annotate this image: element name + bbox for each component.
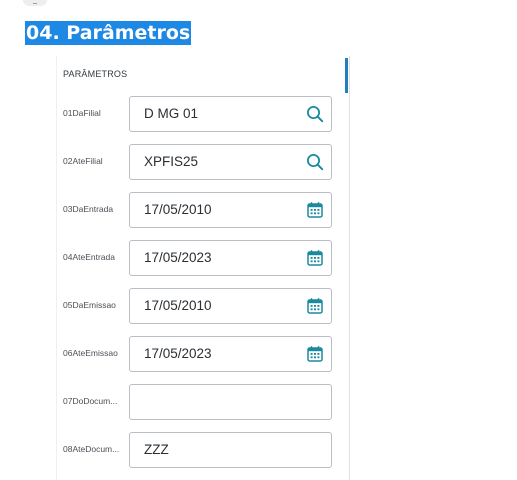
param-input[interactable]: 17/05/2010 (129, 192, 332, 228)
param-row: 01DaFilial D MG 01 (0, 96, 340, 132)
top-handle[interactable] (23, 0, 47, 6)
param-label: 07DoDocum... (63, 396, 118, 406)
section-title: PARÂMETROS (63, 69, 128, 79)
param-label: 08AteDocum... (63, 444, 120, 454)
param-row: 03DaEntrada 17/05/2010 (0, 192, 340, 228)
search-icon[interactable] (306, 153, 324, 171)
handle-icon (33, 0, 37, 4)
param-row: 05DaEmissao 17/05/2010 (0, 288, 340, 324)
param-label: 03DaEntrada (63, 204, 114, 214)
param-input[interactable]: 17/05/2023 (129, 336, 332, 372)
param-value: ZZZ (144, 442, 169, 457)
param-input[interactable]: 17/05/2010 (129, 288, 332, 324)
param-row: 06AteEmissao 17/05/2023 (0, 336, 340, 372)
calendar-icon[interactable] (306, 249, 324, 267)
param-value: 17/05/2010 (144, 202, 212, 217)
scrollbar-thumb[interactable] (345, 58, 348, 93)
search-icon[interactable] (306, 105, 324, 123)
calendar-icon[interactable] (306, 201, 324, 219)
param-value: 17/05/2023 (144, 346, 212, 361)
param-input[interactable]: 17/05/2023 (129, 240, 332, 276)
page-title: 04. Parâmetros (25, 21, 192, 45)
param-value: D MG 01 (144, 106, 199, 121)
param-label: 01DaFilial (63, 108, 101, 118)
param-label: 04AteEntrada (63, 252, 115, 262)
param-row: 08AteDocum... ZZZ (0, 432, 340, 468)
param-row: 04AteEntrada 17/05/2023 (0, 240, 340, 276)
calendar-icon[interactable] (306, 297, 324, 315)
param-value: XPFIS25 (144, 154, 199, 169)
param-input[interactable]: XPFIS25 (129, 144, 332, 180)
param-label: 06AteEmissao (63, 348, 118, 358)
param-label: 05DaEmissao (63, 300, 116, 310)
param-value: 17/05/2023 (144, 250, 212, 265)
param-input[interactable]: ZZZ (129, 432, 332, 468)
param-value: 17/05/2010 (144, 298, 212, 313)
param-input[interactable]: D MG 01 (129, 96, 332, 132)
calendar-icon[interactable] (306, 345, 324, 363)
param-input[interactable] (129, 384, 332, 420)
param-label: 02AteFilial (63, 156, 103, 166)
param-row: 02AteFilial XPFIS25 (0, 144, 340, 180)
param-row: 07DoDocum... (0, 384, 340, 420)
